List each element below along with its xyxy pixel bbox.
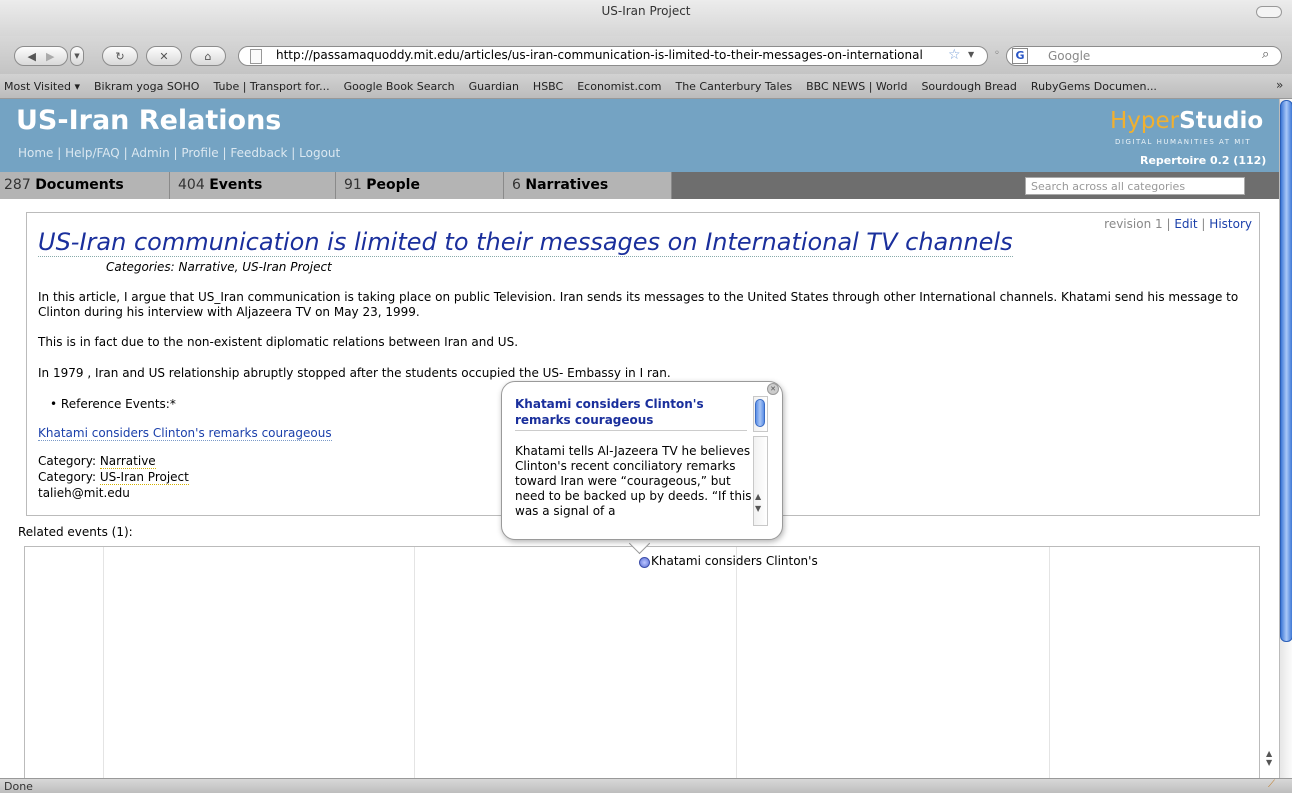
history-dropdown-button[interactable]: ▼ (70, 46, 84, 66)
tab-documents[interactable]: 287 Documents (0, 172, 170, 199)
timeline-panel[interactable] (24, 546, 1260, 786)
bookmark-item[interactable]: BBC NEWS | World (806, 80, 907, 93)
window-title: US-Iran Project (601, 4, 691, 18)
status-bar (0, 778, 1292, 793)
home-icon: ⌂ (204, 49, 212, 63)
popup-scroll-arrows[interactable]: ▲ ▼ (755, 491, 761, 515)
url-dropdown-icon[interactable]: ▼ (968, 50, 974, 59)
bookmark-item[interactable]: RubyGems Documen... (1031, 80, 1157, 93)
tab-label: Events (209, 177, 263, 193)
edit-link[interactable]: Edit (1174, 217, 1197, 231)
popup-title[interactable]: Khatami considers Clinton's remarks cour… (515, 396, 747, 431)
bookmark-star-icon[interactable]: ☆ (948, 47, 961, 63)
reload-button[interactable]: ↻ (102, 46, 138, 66)
status-text: Done (4, 780, 33, 793)
timeline-event-dot[interactable] (639, 557, 650, 568)
site-title[interactable]: US-Iran Relations (16, 105, 281, 136)
tab-label: People (366, 177, 420, 193)
bookmark-item[interactable]: Most Visited ▾ (4, 80, 80, 93)
revision-links: revision 1 | Edit | History (1104, 217, 1252, 231)
logo-part-studio: Studio (1179, 108, 1264, 134)
bookmark-item[interactable]: Google Book Search (344, 80, 455, 93)
separator: | (1166, 217, 1171, 231)
article-paragraph: In this article, I argue that US_Iran co… (38, 290, 1239, 319)
stop-icon: ✕ (159, 49, 169, 63)
bookmarks-overflow-icon[interactable]: » (1276, 78, 1283, 92)
category-value-link[interactable]: US-Iran Project (99, 470, 189, 485)
url-text[interactable]: http://passamaquoddy.mit.edu/articles/us… (276, 48, 923, 62)
home-button[interactable]: ⌂ (190, 46, 226, 66)
tab-count: 287 (4, 177, 31, 193)
category-label: Category: (38, 454, 100, 468)
category-value-link[interactable]: Narrative (99, 454, 156, 469)
tab-narratives[interactable]: 6 Narratives (504, 172, 672, 199)
bookmark-item[interactable]: Guardian (469, 80, 519, 93)
timeline-gridline (414, 547, 415, 786)
tab-count: 404 (178, 177, 205, 193)
tab-events[interactable]: 404 Events (170, 172, 336, 199)
google-icon[interactable]: G (1012, 48, 1028, 64)
bullet-text: Reference Events:* (60, 397, 176, 411)
close-icon[interactable]: ✕ (767, 383, 779, 395)
article-title: US-Iran communication is limited to thei… (38, 228, 1013, 257)
timeline-gridline (736, 547, 737, 786)
article-categories: Categories: Narrative, US-Iran Project (106, 260, 332, 274)
popup-title-scroll-thumb[interactable] (755, 399, 765, 427)
bookmark-item[interactable]: Tube | Transport for... (213, 80, 329, 93)
search-engine-label: Google (1048, 49, 1091, 63)
event-link[interactable]: Khatami considers Clinton's remarks cour… (38, 426, 332, 441)
bookmark-item[interactable]: Bikram yoga SOHO (94, 80, 199, 93)
site-nav[interactable]: Home | Help/FAQ | Admin | Profile | Feed… (18, 146, 340, 160)
logo-part-hyper: Hyper (1110, 108, 1180, 134)
hyperstudio-logo[interactable]: HyperStudio (1110, 108, 1263, 134)
tab-label: Documents (35, 177, 124, 193)
author-email[interactable]: talieh@mit.edu (38, 486, 130, 500)
chevron-down-icon: ▼ (74, 52, 80, 60)
repertoire-version: Repertoire 0.2 (112) (1140, 154, 1267, 167)
history-link[interactable]: History (1209, 217, 1252, 231)
bookmark-item[interactable]: Economist.com (577, 80, 661, 93)
related-events-label: Related events (1): (18, 525, 133, 539)
tab-people[interactable]: 91 People (336, 172, 504, 199)
tab-count: 6 (512, 177, 521, 193)
category-line: Category: US-Iran Project (38, 470, 189, 485)
bullet-item: • Reference Events:* (50, 397, 176, 411)
bookmark-item[interactable]: The Canterbury Tales (675, 80, 792, 93)
revision-label: revision 1 (1104, 217, 1163, 231)
stop-button[interactable]: ✕ (146, 46, 182, 66)
toolbar-toggle-button[interactable] (1256, 6, 1282, 18)
popup-body: Khatami tells Al-Jazeera TV he believes … (515, 444, 752, 518)
tab-count: 91 (344, 177, 362, 193)
timeline-gridline (103, 547, 104, 786)
tab-label: Narratives (525, 177, 609, 193)
reload-icon: ↻ (115, 49, 125, 63)
bookmark-item[interactable]: Sourdough Bread (921, 80, 1016, 93)
resize-grip-icon[interactable]: ⟋ (1268, 779, 1275, 790)
timeline-gridline (1049, 547, 1050, 786)
separator: | (1201, 217, 1206, 231)
category-label: Category: (38, 470, 100, 484)
article-paragraph: In 1979 , Iran and US relationship abrup… (38, 366, 671, 380)
separator-icon: ◦ (994, 48, 1000, 59)
back-arrow-icon[interactable]: ◀ (28, 50, 36, 63)
timeline-scroll-arrows[interactable]: ▲ ▼ (1266, 749, 1272, 767)
article-paragraph: This is in fact due to the non-existent … (38, 335, 519, 349)
logo-tagline: DIGITAL HUMANITIES AT MIT (1115, 138, 1252, 146)
bookmark-item[interactable]: HSBC (533, 80, 563, 93)
global-search-input[interactable]: Search across all categories (1025, 177, 1245, 195)
page-icon (250, 49, 262, 64)
search-magnifier-icon[interactable]: ⌕ (1262, 47, 1269, 62)
back-forward-buttons[interactable]: ◀ ▶ (14, 46, 68, 66)
bookmarks-bar: Most Visited ▾ Bikram yoga SOHO Tube | T… (0, 74, 1292, 99)
timeline-event-label[interactable]: Khatami considers Clinton's (651, 554, 818, 568)
page-scroll-thumb[interactable] (1280, 100, 1292, 642)
forward-arrow-icon[interactable]: ▶ (46, 50, 54, 63)
category-line: Category: Narrative (38, 454, 156, 469)
event-link-text[interactable]: Khatami considers Clinton's remarks cour… (38, 426, 332, 441)
